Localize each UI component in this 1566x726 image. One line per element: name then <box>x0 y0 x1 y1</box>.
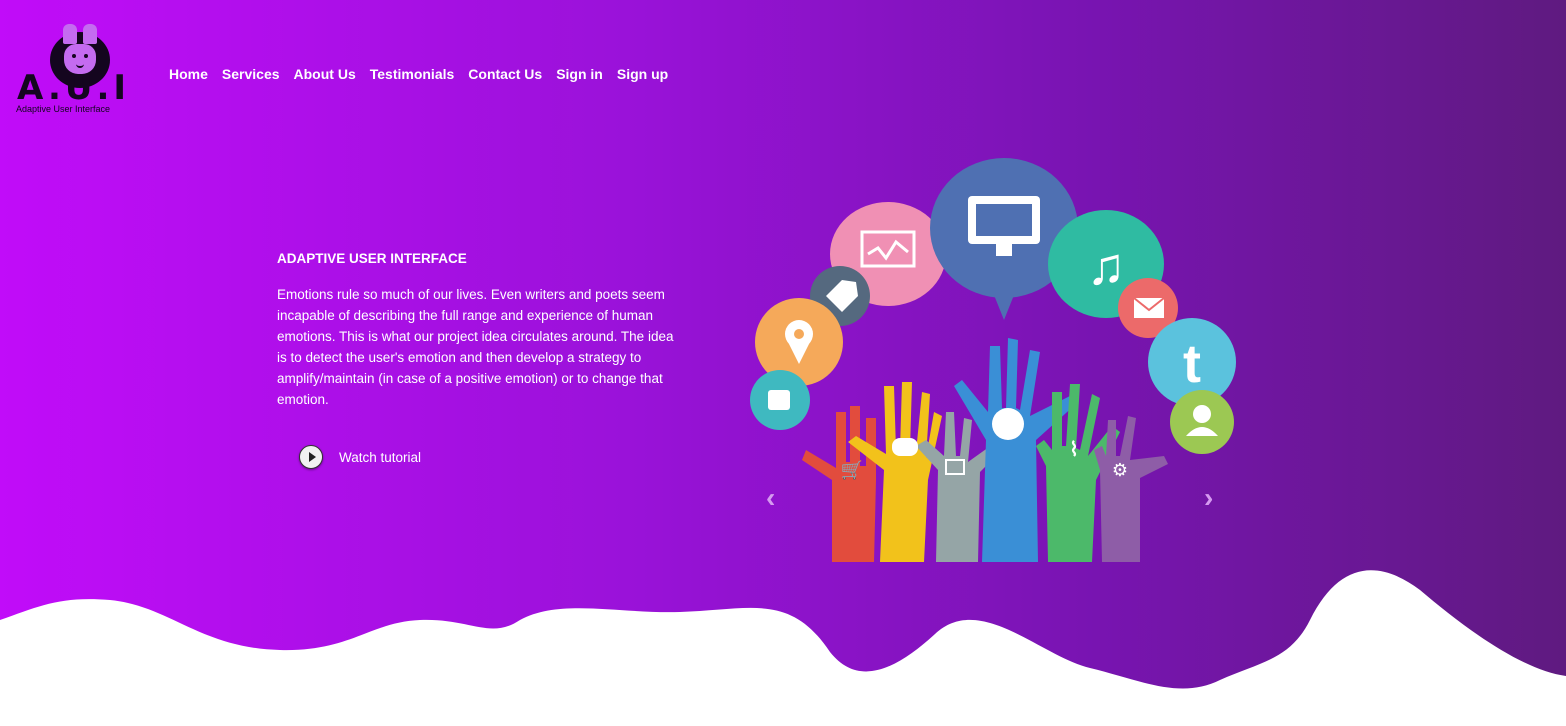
svg-text:🛒: 🛒 <box>841 459 863 480</box>
like-bubble-icon <box>750 370 810 430</box>
watch-tutorial-label: Watch tutorial <box>339 449 422 465</box>
hero-description: Emotions rule so much of our lives. Even… <box>277 287 674 407</box>
hands-group: 🛒 ⌇ ⚙ <box>802 338 1168 562</box>
nav-home[interactable]: Home <box>169 66 208 82</box>
play-icon <box>299 445 323 469</box>
svg-text:♫: ♫ <box>1087 238 1126 296</box>
svg-text:⌇: ⌇ <box>1069 439 1079 461</box>
svg-text:t: t <box>1183 334 1201 394</box>
nav-sign-up[interactable]: Sign up <box>617 66 668 82</box>
carousel-prev-arrow[interactable]: ‹ <box>766 482 775 514</box>
nav-sign-in[interactable]: Sign in <box>556 66 603 82</box>
nav-testimonials[interactable]: Testimonials <box>370 66 455 82</box>
hero-title: ADAPTIVE USER INTERFACE <box>277 251 467 266</box>
globe-icon <box>992 408 1024 440</box>
social-hands-illustration: ♫ t 🛒 ⌇ ⚙ <box>750 158 1236 562</box>
user-bubble-icon <box>1170 390 1234 454</box>
main-nav: Home Services About Us Testimonials Cont… <box>169 66 668 82</box>
nav-about-us[interactable]: About Us <box>294 66 356 82</box>
nav-services[interactable]: Services <box>222 66 280 82</box>
svg-text:⚙: ⚙ <box>1112 460 1128 480</box>
watch-tutorial-button[interactable]: Watch tutorial <box>299 445 421 469</box>
logo-tagline: Adaptive User Interface <box>16 104 111 114</box>
logo-wordmark: A.U.I <box>17 68 131 108</box>
nav-contact-us[interactable]: Contact Us <box>468 66 542 82</box>
brand-logo[interactable]: A.U.I Adaptive User Interface <box>14 24 134 116</box>
carousel-next-arrow[interactable]: › <box>1204 482 1213 514</box>
